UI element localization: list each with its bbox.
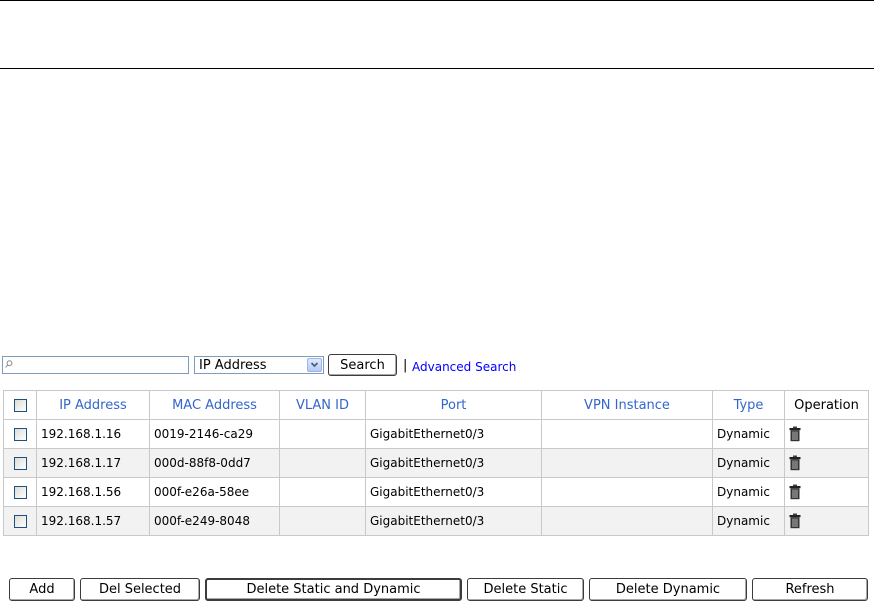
delete-static-dynamic-button[interactable]: Delete Static and Dynamic <box>205 578 462 601</box>
cell-mac: 000d-88f8-0dd7 <box>149 448 280 478</box>
select-all-cell <box>3 390 37 420</box>
search-field-value: IP Address <box>199 358 267 373</box>
cell-port: GigabitEthernet0/3 <box>365 477 542 507</box>
trash-icon[interactable] <box>789 455 801 471</box>
cell-port: GigabitEthernet0/3 <box>365 419 542 449</box>
cell-vpn <box>541 506 713 536</box>
del-selected-button[interactable]: Del Selected <box>80 578 200 601</box>
table-header-row: IP Address MAC Address VLAN ID Port VPN … <box>3 390 869 420</box>
column-vlan-id[interactable]: VLAN ID <box>279 390 366 420</box>
search-input[interactable] <box>2 356 189 374</box>
column-mac-address[interactable]: MAC Address <box>149 390 280 420</box>
cell-ip: 192.168.1.16 <box>36 419 150 449</box>
cell-ip: 192.168.1.57 <box>36 506 150 536</box>
row-select-cell <box>3 506 37 536</box>
table-row: 192.168.1.17 000d-88f8-0dd7 GigabitEther… <box>3 448 869 478</box>
row-checkbox[interactable] <box>13 486 27 499</box>
cell-vlan <box>279 448 366 478</box>
cell-vpn <box>541 419 713 449</box>
column-type[interactable]: Type <box>712 390 785 420</box>
top-divider <box>0 0 874 1</box>
cell-type: Dynamic <box>712 477 785 507</box>
cell-ip: 192.168.1.56 <box>36 477 150 507</box>
row-select-cell <box>3 419 37 449</box>
trash-icon[interactable] <box>789 513 801 529</box>
cell-type: Dynamic <box>712 448 785 478</box>
cell-operation <box>784 506 869 536</box>
column-ip-address[interactable]: IP Address <box>36 390 150 420</box>
cell-vlan <box>279 477 366 507</box>
table-row: 192.168.1.56 000f-e26a-58ee GigabitEther… <box>3 477 869 507</box>
cell-type: Dynamic <box>712 419 785 449</box>
refresh-button[interactable]: Refresh <box>752 578 868 601</box>
row-select-cell <box>3 448 37 478</box>
delete-dynamic-button[interactable]: Delete Dynamic <box>589 578 747 601</box>
row-checkbox[interactable] <box>13 515 27 528</box>
row-select-cell <box>3 477 37 507</box>
column-operation: Operation <box>784 390 869 420</box>
row-checkbox[interactable] <box>13 457 27 470</box>
cell-mac: 000f-e26a-58ee <box>149 477 280 507</box>
cell-port: GigabitEthernet0/3 <box>365 506 542 536</box>
arp-table: IP Address MAC Address VLAN ID Port VPN … <box>3 390 869 536</box>
cell-ip: 192.168.1.17 <box>36 448 150 478</box>
column-vpn-instance[interactable]: VPN Instance <box>541 390 713 420</box>
trash-icon[interactable] <box>789 484 801 500</box>
cell-vpn <box>541 448 713 478</box>
column-port[interactable]: Port <box>365 390 542 420</box>
select-all-checkbox[interactable] <box>13 398 27 412</box>
cell-operation <box>784 419 869 449</box>
trash-icon[interactable] <box>789 426 801 442</box>
table-row: 192.168.1.57 000f-e249-8048 GigabitEther… <box>3 506 869 536</box>
search-bar: IP Address Search | Advanced Search <box>2 353 702 377</box>
table-row: 192.168.1.16 0019-2146-ca29 GigabitEther… <box>3 419 869 449</box>
cell-operation <box>784 477 869 507</box>
header-divider <box>0 68 874 69</box>
delete-static-button[interactable]: Delete Static <box>467 578 584 601</box>
cell-type: Dynamic <box>712 506 785 536</box>
cell-vlan <box>279 419 366 449</box>
add-button[interactable]: Add <box>9 578 75 601</box>
cell-mac: 000f-e249-8048 <box>149 506 280 536</box>
cell-port: GigabitEthernet0/3 <box>365 448 542 478</box>
search-icon <box>5 360 13 368</box>
search-field-select[interactable]: IP Address <box>194 356 324 374</box>
search-button[interactable]: Search <box>328 354 397 376</box>
row-checkbox[interactable] <box>13 428 27 441</box>
cell-operation <box>784 448 869 478</box>
advanced-search-link[interactable]: Advanced Search <box>412 360 516 374</box>
cell-mac: 0019-2146-ca29 <box>149 419 280 449</box>
separator: | <box>403 358 408 373</box>
cell-vpn <box>541 477 713 507</box>
cell-vlan <box>279 506 366 536</box>
chevron-down-icon[interactable] <box>307 358 322 372</box>
